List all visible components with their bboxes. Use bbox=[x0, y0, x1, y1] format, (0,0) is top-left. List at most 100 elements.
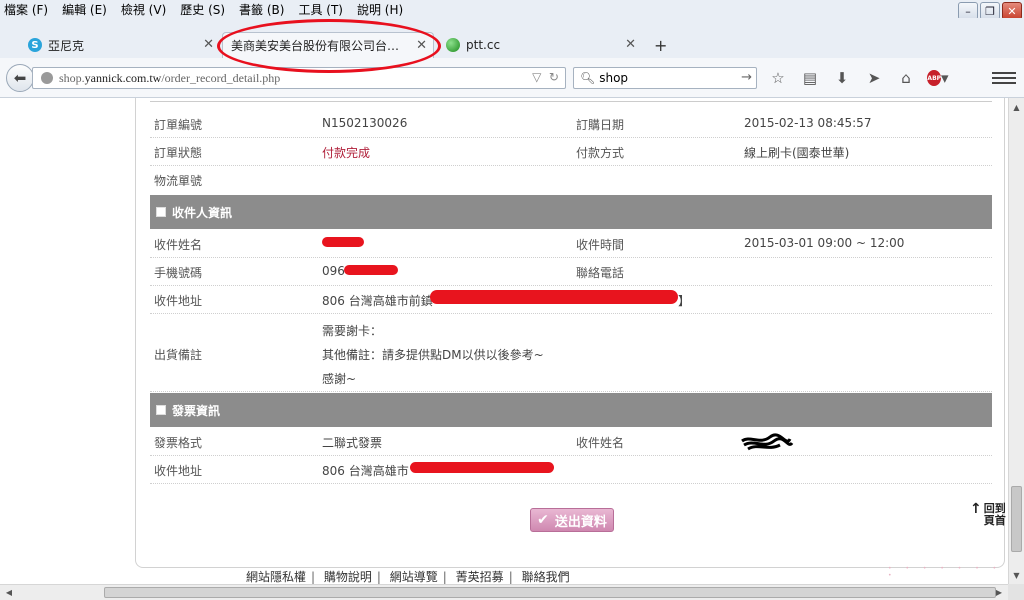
order-no-label: 訂單編號 bbox=[154, 118, 203, 132]
reload-icon[interactable]: ▽ ↻ bbox=[532, 70, 559, 84]
invoice-section-header: 發票資訊 bbox=[150, 393, 992, 427]
menu-history[interactable]: 歷史 (S) bbox=[180, 1, 225, 18]
search-input[interactable] bbox=[599, 71, 730, 85]
page-viewport: 訂單編號 N1502130026 訂購日期 2015-02-13 08:45:5… bbox=[0, 98, 1008, 584]
tab-label: 美商美安美台股份有限公司台… bbox=[231, 39, 400, 53]
submit-button[interactable]: ✔ 送出資料 bbox=[530, 508, 614, 532]
section-title: 收件人資訊 bbox=[172, 205, 233, 220]
order-row-1: 訂單編號 N1502130026 訂購日期 2015-02-13 08:45:5… bbox=[150, 110, 992, 138]
footer-link-careers[interactable]: 菁英招募 bbox=[456, 570, 504, 584]
menu-file[interactable]: 檔案 (F) bbox=[4, 1, 48, 18]
order-no-value: N1502130026 bbox=[322, 116, 408, 130]
scroll-left-icon[interactable]: ◀ bbox=[2, 586, 16, 599]
tab-label: 亞尼克 bbox=[48, 38, 85, 53]
top-divider bbox=[150, 98, 992, 102]
url-text: shop.yannick.com.tw/order_record_detail.… bbox=[59, 70, 281, 85]
phone-label: 聯絡電話 bbox=[576, 266, 625, 280]
menu-edit[interactable]: 編輯 (E) bbox=[62, 1, 107, 18]
home-icon[interactable]: ⌂ bbox=[896, 68, 916, 88]
menu-tools[interactable]: 工具 (T) bbox=[298, 1, 343, 18]
scroll-thumb[interactable] bbox=[1011, 486, 1022, 552]
section-icon bbox=[156, 207, 166, 217]
toolbar-icons: ☆ ▤ ⬇ ➤ ⌂ ABP ▾ bbox=[768, 68, 948, 88]
close-tab-icon[interactable]: ✕ bbox=[625, 37, 636, 52]
scribble-redaction bbox=[741, 433, 794, 451]
logistics-label: 物流單號 bbox=[154, 174, 203, 188]
menu-view[interactable]: 檢視 (V) bbox=[121, 1, 166, 18]
search-bar[interactable]: 🔍︎ → bbox=[573, 67, 757, 89]
payment-label: 付款方式 bbox=[576, 146, 625, 160]
send-icon[interactable]: ➤ bbox=[864, 68, 884, 88]
tab-label: ptt.cc bbox=[466, 38, 501, 52]
redaction-mark bbox=[322, 237, 364, 247]
redaction-mark bbox=[344, 265, 398, 275]
menu-help[interactable]: 說明 (H) bbox=[357, 1, 403, 18]
recipient-section-header: 收件人資訊 bbox=[150, 195, 992, 229]
globe-icon bbox=[41, 72, 53, 84]
payment-value: 線上刷卡(國泰世華) bbox=[744, 146, 850, 160]
footer-link-contact[interactable]: 聯絡我們 bbox=[522, 570, 570, 584]
footer-links: 網站隱私權 | 購物說明 | 網站導覽 | 菁英招募 | 聯絡我們 bbox=[246, 570, 570, 584]
invoice-name-label: 收件姓名 bbox=[576, 436, 625, 450]
status-value: 付款完成 bbox=[322, 146, 371, 160]
footer-link-sitemap[interactable]: 網站導覽 bbox=[390, 570, 438, 584]
invoice-format-value: 二聯式發票 bbox=[322, 436, 383, 450]
search-go-icon[interactable]: → bbox=[741, 70, 752, 85]
download-icon[interactable]: ⬇ bbox=[832, 68, 852, 88]
back-button[interactable]: ⬅ bbox=[6, 64, 34, 92]
tab-bar: S 亞尼克 ✕ 美商美安美台股份有限公司台… ✕ ptt.cc ✕ + bbox=[0, 18, 1024, 58]
note-line-2: 其他備註：請多提供點DM以供以後參考~ bbox=[322, 348, 544, 362]
invoice-format-label: 發票格式 bbox=[154, 436, 203, 450]
recipient-note-row: 出貨備註 需要謝卡： 其他備註：請多提供點DM以供以後參考~ 感謝~ bbox=[150, 314, 992, 392]
recipient-row-2: 手機號碼 096 聯絡電話 bbox=[150, 258, 992, 286]
invoice-address-value: 806 台灣高雄市 bbox=[322, 464, 409, 478]
address-label: 收件地址 bbox=[154, 294, 203, 308]
menu-icon[interactable] bbox=[992, 66, 1016, 90]
recipient-name-label: 收件姓名 bbox=[154, 238, 203, 252]
horizontal-scrollbar[interactable]: ◀ ▶ bbox=[0, 584, 1008, 600]
order-row-3: 物流單號 bbox=[150, 166, 992, 194]
back-to-top-link[interactable]: ↑ 回到 頁首 bbox=[970, 502, 1006, 527]
skype-icon: S bbox=[28, 38, 42, 52]
order-date-label: 訂購日期 bbox=[576, 118, 625, 132]
navigation-bar: ⬅ shop.yannick.com.tw/order_record_detai… bbox=[0, 58, 1024, 98]
reading-list-icon[interactable]: ▤ bbox=[800, 68, 820, 88]
invoice-address-label: 收件地址 bbox=[154, 464, 203, 478]
bookmark-star-icon[interactable]: ☆ bbox=[768, 68, 788, 88]
mobile-value: 096 bbox=[322, 264, 345, 278]
address-value: 806 台灣高雄市前鎮 bbox=[322, 294, 433, 308]
tab-melaleuca[interactable]: 美商美安美台股份有限公司台… ✕ bbox=[222, 32, 434, 58]
order-row-2: 訂單狀態 付款完成 付款方式 線上刷卡(國泰世華) bbox=[150, 138, 992, 166]
close-tab-icon[interactable]: ✕ bbox=[416, 38, 427, 53]
recipient-time-value: 2015-03-01 09:00 ~ 12:00 bbox=[744, 236, 905, 250]
menu-bar: 檔案 (F) 編輯 (E) 檢視 (V) 歷史 (S) 書籤 (B) 工具 (T… bbox=[0, 0, 1024, 20]
vertical-scrollbar[interactable]: ▲ ▼ bbox=[1008, 98, 1024, 584]
section-icon bbox=[156, 405, 166, 415]
tab-ptt[interactable]: ptt.cc ✕ bbox=[438, 32, 642, 58]
scroll-thumb[interactable] bbox=[104, 587, 996, 598]
recipient-row-1: 收件姓名 收件時間 2015-03-01 09:00 ~ 12:00 bbox=[150, 230, 992, 258]
address-suffix: 】 bbox=[678, 294, 691, 308]
ptt-icon bbox=[446, 38, 460, 52]
scroll-up-icon[interactable]: ▲ bbox=[1010, 100, 1023, 114]
note-line-1: 需要謝卡： bbox=[322, 324, 383, 338]
tab-yannick[interactable]: S 亞尼克 ✕ bbox=[20, 32, 220, 58]
search-icon: 🔍︎ bbox=[580, 71, 596, 85]
close-tab-icon[interactable]: ✕ bbox=[203, 37, 214, 52]
invoice-row-1: 發票格式 二聯式發票 收件姓名 bbox=[150, 428, 992, 456]
adblock-icon[interactable]: ABP ▾ bbox=[927, 68, 949, 88]
new-tab-button[interactable]: + bbox=[654, 36, 667, 55]
footer-link-shopping-guide[interactable]: 購物說明 bbox=[324, 570, 372, 584]
section-title: 發票資訊 bbox=[172, 403, 221, 418]
redaction-mark bbox=[410, 462, 554, 473]
check-icon: ✔ bbox=[537, 512, 549, 528]
url-bar[interactable]: shop.yannick.com.tw/order_record_detail.… bbox=[32, 67, 566, 89]
footer-link-privacy[interactable]: 網站隱私權 bbox=[246, 570, 306, 584]
scroll-right-icon[interactable]: ▶ bbox=[992, 586, 1006, 599]
note-line-3: 感謝~ bbox=[322, 372, 357, 386]
menu-bookmarks[interactable]: 書籤 (B) bbox=[239, 1, 284, 18]
order-date-value: 2015-02-13 08:45:57 bbox=[744, 116, 872, 130]
status-label: 訂單狀態 bbox=[154, 146, 203, 160]
mobile-label: 手機號碼 bbox=[154, 266, 203, 280]
scroll-down-icon[interactable]: ▼ bbox=[1010, 568, 1023, 582]
